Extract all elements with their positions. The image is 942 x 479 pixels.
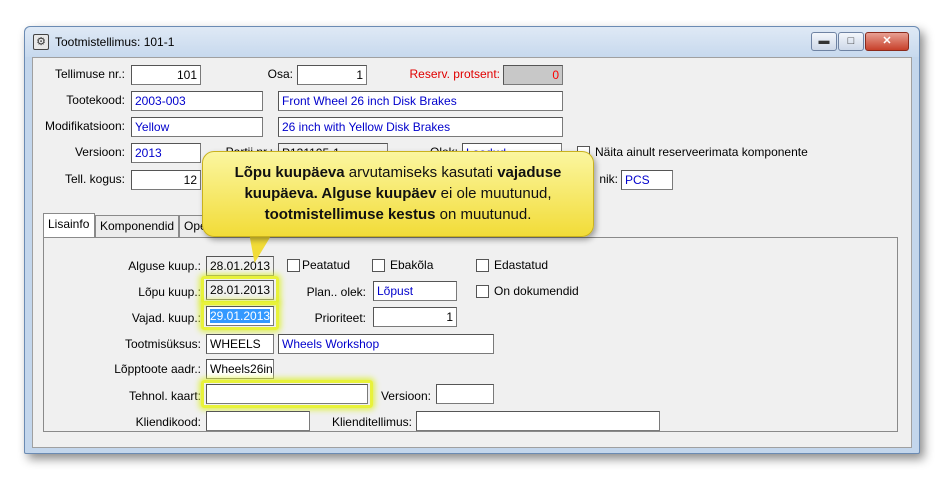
stopped-label: Peatatud [302, 258, 351, 272]
client-code-label: Kliendikood: [135, 415, 201, 429]
need-date-field[interactable]: 29.01.2013 [206, 306, 274, 326]
callout-part1: Lõpu kuupäeva [234, 164, 345, 181]
order-no-field[interactable]: 101 [131, 65, 201, 85]
need-date-value: 29.01.2013 [210, 309, 271, 323]
minimize-button[interactable]: ▬ [811, 32, 837, 51]
need-date-label: Vajad. kuup.: [131, 311, 201, 325]
callout-part7: on muutunud. [435, 206, 532, 223]
callout-part4: Alguse kuupäev [317, 185, 437, 202]
annotation-callout: Lõpu kuupäeva arvutamiseks kasutati vaja… [202, 151, 594, 237]
callout-part5: ei ole muutunud, [436, 185, 552, 202]
has-documents-label: On dokumendid [494, 284, 579, 298]
tab-komponendid[interactable]: Komponendid [95, 215, 179, 237]
end-date-field: 28.01.2013 [206, 280, 274, 300]
conflict-checkbox[interactable] [372, 259, 385, 272]
owner-field[interactable]: PCS [621, 170, 673, 190]
stopped-checkbox[interactable] [287, 259, 300, 272]
production-order-window: ⚙ Tootmistellimus: 101-1 ▬ □ ✕ Tellimuse… [24, 26, 920, 454]
plan-status-label: Plan.. olek: [306, 285, 366, 299]
has-documents-checkbox[interactable] [476, 285, 489, 298]
priority-label: Prioriteet: [314, 311, 366, 325]
quantity-label: Tell. kogus: [64, 172, 125, 186]
modification-desc-field[interactable]: 26 inch with Yellow Disk Brakes [278, 117, 563, 137]
tab-lisainfo[interactable]: Lisainfo [43, 213, 95, 238]
modification-field[interactable]: Yellow [131, 117, 263, 137]
part-label: Osa: [267, 67, 293, 81]
close-button[interactable]: ✕ [865, 32, 909, 51]
reserve-percent-field: 0 [503, 65, 563, 85]
gear-icon[interactable]: ⚙ [33, 34, 49, 50]
title-bar[interactable]: ⚙ Tootmistellimus: 101-1 ▬ □ ✕ [25, 27, 919, 57]
window-title: Tootmistellimus: 101-1 [55, 35, 175, 49]
version-field[interactable]: 2013 [131, 143, 201, 163]
conflict-label: Ebakõla [390, 258, 434, 272]
tech-card-field[interactable] [206, 384, 368, 404]
end-date-label: Lõpu kuup.: [138, 285, 201, 299]
product-name-field[interactable]: Front Wheel 26 inch Disk Brakes [278, 91, 563, 111]
finished-address-label: Lõpptoote aadr.: [114, 362, 201, 376]
product-code-field[interactable]: 2003-003 [131, 91, 263, 111]
quantity-field[interactable]: 12 [131, 170, 201, 190]
tech-version-label: Versioon: [380, 389, 431, 403]
production-unit-label: Tootmisüksus: [124, 337, 201, 351]
production-unit-field[interactable]: WHEELS [206, 334, 274, 354]
client-order-field[interactable] [416, 411, 660, 431]
order-no-label: Tellimuse nr.: [54, 67, 125, 81]
tech-version-field[interactable] [436, 384, 494, 404]
maximize-button[interactable]: □ [838, 32, 864, 51]
modification-label: Modifikatsioon: [44, 119, 125, 133]
callout-part6: tootmistellimuse kestus [264, 206, 436, 223]
product-code-label: Tootekood: [66, 93, 125, 107]
forwarded-label: Edastatud [494, 258, 549, 272]
callout-part2: arvutamiseks kasutati [344, 164, 498, 181]
reserve-percent-label: Reserv. protsent: [409, 67, 500, 81]
client-code-field[interactable] [206, 411, 310, 431]
priority-field[interactable]: 1 [373, 307, 457, 327]
show-unreserved-label: Näita ainult reserveerimata komponente [595, 145, 808, 159]
production-unit-name-field[interactable]: Wheels Workshop [278, 334, 494, 354]
plan-status-field[interactable]: Lõpust [373, 281, 457, 301]
part-field[interactable]: 1 [297, 65, 367, 85]
start-date-label: Alguse kuup.: [128, 259, 201, 273]
version-label: Versioon: [74, 145, 125, 159]
client-order-label: Klienditellimus: [331, 415, 412, 429]
finished-address-field[interactable]: Wheels26inc [206, 359, 274, 379]
forwarded-checkbox[interactable] [476, 259, 489, 272]
tech-card-label: Tehnol. kaart: [128, 389, 201, 403]
details-panel: Alguse kuup.: 28.01.2013 Peatatud Ebakõl… [43, 237, 898, 432]
